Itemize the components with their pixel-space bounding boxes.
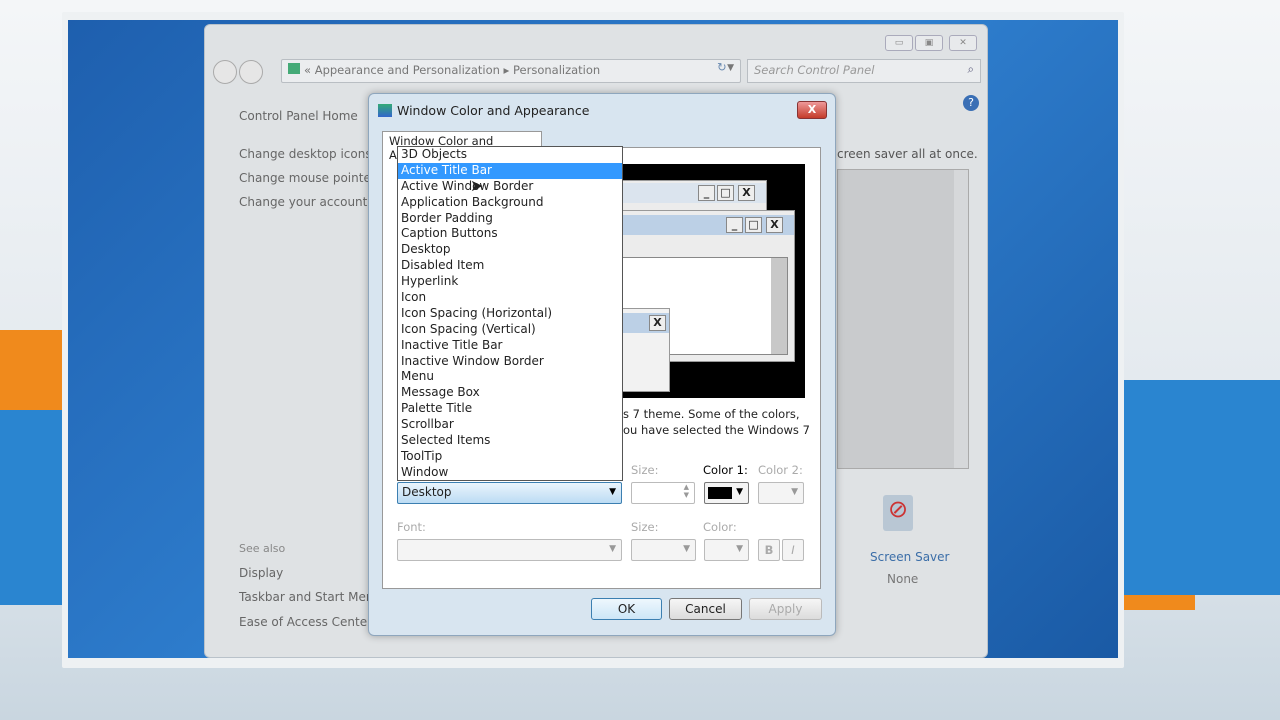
dropdown-arrow-icon[interactable]: ▼ — [727, 63, 734, 73]
close-button[interactable]: ✕ — [949, 35, 977, 51]
list-item[interactable]: Disabled Item — [398, 258, 622, 274]
list-item[interactable]: Icon — [398, 290, 622, 306]
breadcrumb-personalization[interactable]: Personalization — [513, 63, 600, 77]
address-bar[interactable]: « Appearance and Personalization ▸ Perso… — [281, 59, 741, 83]
blue-couch-right — [1122, 380, 1280, 595]
list-item[interactable]: Inactive Window Border — [398, 354, 622, 370]
list-item[interactable]: Menu — [398, 369, 622, 385]
window-color-dialog: Window Color and Appearance X Window Col… — [368, 93, 836, 636]
item-dropdown-list[interactable]: 3D Objects Active Title Bar Active Window … — [397, 146, 623, 481]
back-button[interactable] — [213, 60, 237, 84]
screen-saver-value: None — [887, 572, 919, 586]
color1-picker[interactable]: ▼ — [704, 482, 749, 504]
breadcrumb-appearance[interactable]: Appearance and Personalization — [315, 63, 500, 77]
sidebar-control-panel-home[interactable]: Control Panel Home — [239, 109, 358, 123]
see-also-display[interactable]: Display — [239, 566, 283, 580]
spinner-arrows-icon[interactable]: ▲ ▼ — [684, 483, 689, 499]
minimize-icon: _ — [698, 185, 715, 201]
refresh-icon[interactable]: ↻ — [717, 60, 727, 74]
orange-couch-left — [0, 330, 70, 420]
maximize-button[interactable]: ▣ — [915, 35, 943, 51]
search-input[interactable]: Search Control Panel ⌕ — [747, 59, 981, 83]
sidebar-change-desktop-icons[interactable]: Change desktop icons — [239, 147, 372, 161]
see-also-taskbar[interactable]: Taskbar and Start Menu — [239, 590, 381, 604]
theme-list[interactable] — [837, 169, 969, 469]
list-item[interactable]: Icon Spacing (Vertical) — [398, 322, 622, 338]
italic-button[interactable]: I — [782, 539, 804, 561]
list-item[interactable]: Scrollbar — [398, 417, 622, 433]
description-text: creen saver all at once. — [837, 147, 978, 161]
font-color-picker[interactable]: ▼ — [704, 539, 749, 561]
font-label: Font: — [397, 520, 426, 534]
font-combobox[interactable]: ▼ — [397, 539, 622, 561]
size-spinner[interactable]: ▲ ▼ — [631, 482, 695, 504]
dialog-description: s 7 theme. Some of the colors, ou have se… — [623, 407, 810, 437]
list-item[interactable]: Selected Items — [398, 433, 622, 449]
list-item[interactable]: 3D Objects — [398, 147, 622, 163]
list-item[interactable]: Hyperlink — [398, 274, 622, 290]
ok-button[interactable]: OK — [591, 598, 662, 620]
cancel-button[interactable]: Cancel — [669, 598, 742, 620]
list-item[interactable]: Application Background — [398, 195, 622, 211]
color2-picker[interactable]: ▼ — [758, 482, 804, 504]
color1-label: Color 1: — [703, 463, 748, 477]
help-icon[interactable]: ? — [963, 95, 979, 111]
close-icon: X — [649, 315, 666, 331]
color-swatch — [708, 487, 732, 499]
list-item[interactable]: Caption Buttons — [398, 226, 622, 242]
forward-button[interactable] — [239, 60, 263, 84]
list-item[interactable]: Active Title Bar — [398, 162, 622, 179]
dropdown-arrow-icon: ▼ — [736, 544, 743, 554]
bold-button[interactable]: B — [758, 539, 780, 561]
list-item[interactable]: Window — [398, 465, 622, 481]
font-size-combobox[interactable]: ▼ — [631, 539, 696, 561]
list-item[interactable]: Active Window Border — [398, 179, 622, 195]
preview-scrollbar — [771, 258, 787, 354]
dialog-title: Window Color and Appearance — [397, 103, 590, 118]
item-combobox[interactable]: Desktop ▼ — [397, 482, 622, 504]
dropdown-arrow-icon: ▼ — [683, 544, 690, 554]
sidebar-change-mouse-pointers[interactable]: Change mouse pointers — [239, 171, 382, 185]
size-label: Size: — [631, 463, 659, 477]
scrollbar[interactable] — [954, 170, 968, 468]
dialog-close-button[interactable]: X — [797, 101, 827, 119]
dropdown-arrow-icon: ▼ — [791, 487, 798, 497]
list-item[interactable]: ToolTip — [398, 449, 622, 465]
dropdown-arrow-icon: ▼ — [609, 544, 616, 554]
list-item[interactable]: Desktop — [398, 242, 622, 258]
dialog-app-icon — [378, 104, 392, 117]
blue-couch-left — [0, 410, 64, 605]
list-item[interactable]: Icon Spacing (Horizontal) — [398, 306, 622, 322]
control-panel-icon — [288, 63, 300, 74]
maximize-icon: □ — [745, 217, 762, 233]
color2-label: Color 2: — [758, 463, 803, 477]
sidebar-change-account-picture[interactable]: Change your account pi — [239, 195, 382, 209]
close-icon: X — [738, 185, 755, 201]
dropdown-arrow-icon: ▼ — [736, 487, 743, 497]
minimize-button[interactable]: ▭ — [885, 35, 913, 51]
see-also-heading: See also — [239, 542, 286, 555]
see-also-ease-of-access[interactable]: Ease of Access Center — [239, 615, 372, 629]
preview-area: _ □ X _ □ X X — [612, 164, 805, 398]
font-color-label: Color: — [703, 520, 737, 534]
screen-saver-icon[interactable]: ⊘ — [883, 495, 913, 531]
font-size-label: Size: — [631, 520, 659, 534]
search-icon: ⌕ — [967, 62, 974, 76]
list-item[interactable]: Inactive Title Bar — [398, 338, 622, 354]
mouse-cursor-icon: ➤ — [470, 176, 484, 195]
close-icon: X — [766, 217, 783, 233]
list-item[interactable]: Message Box — [398, 385, 622, 401]
maximize-icon: □ — [717, 185, 734, 201]
list-item[interactable]: Palette Title — [398, 401, 622, 417]
minimize-icon: _ — [726, 217, 743, 233]
screen-saver-link[interactable]: Screen Saver — [870, 550, 949, 564]
dropdown-arrow-icon: ▼ — [609, 487, 616, 497]
apply-button[interactable]: Apply — [749, 598, 822, 620]
list-item[interactable]: Border Padding — [398, 211, 622, 227]
